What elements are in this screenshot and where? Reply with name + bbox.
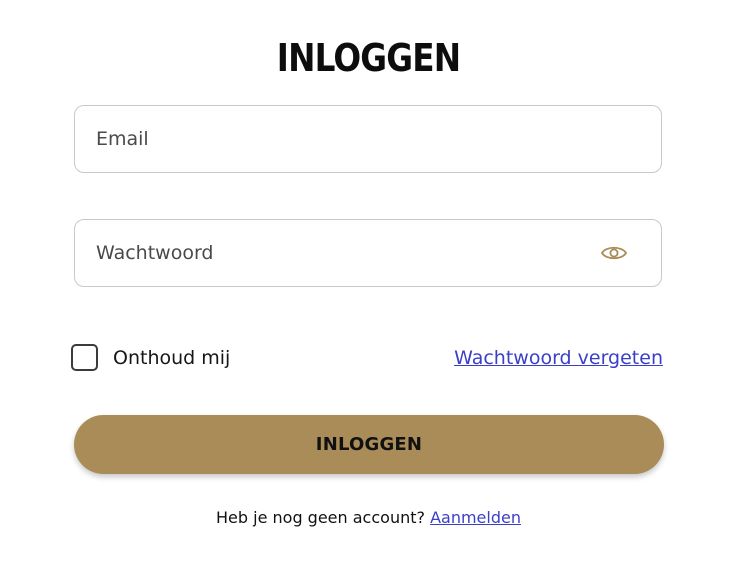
eye-icon[interactable] [600, 242, 628, 264]
password-field[interactable] [74, 219, 662, 287]
password-input[interactable] [96, 220, 596, 286]
forgot-password-link[interactable]: Wachtwoord vergeten [454, 347, 663, 369]
login-button[interactable]: INLOGGEN [74, 415, 664, 474]
email-input[interactable] [96, 106, 596, 172]
remember-me-label[interactable]: Onthoud mij [113, 347, 230, 369]
remember-me-checkbox[interactable] [71, 344, 98, 371]
email-field[interactable] [74, 105, 662, 173]
signup-prompt-text: Heb je nog geen account? [216, 508, 425, 527]
options-row: Onthoud mij Wachtwoord vergeten [70, 342, 664, 376]
page-title: INLOGGEN [276, 36, 461, 80]
signup-prompt: Heb je nog geen account? Aanmelden [0, 508, 737, 527]
signup-link[interactable]: Aanmelden [430, 508, 521, 527]
